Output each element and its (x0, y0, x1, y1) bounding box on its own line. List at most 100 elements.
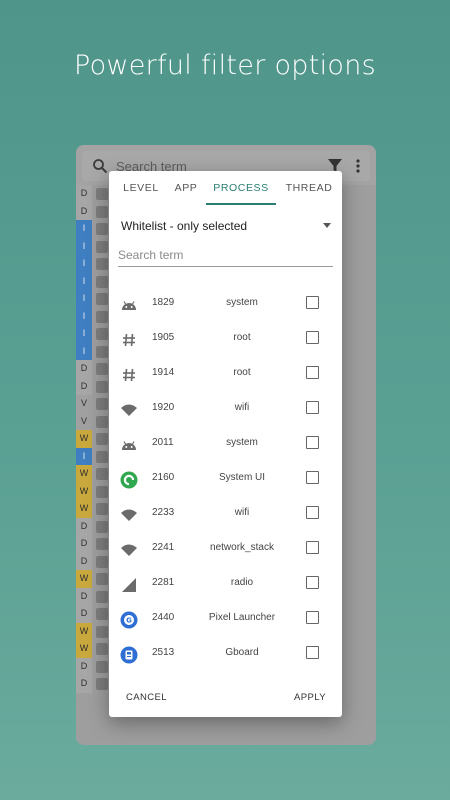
process-pid: 2281 (152, 577, 175, 588)
process-name: System UI (218, 472, 266, 483)
log-level-badge: D (76, 377, 92, 395)
app-icon (96, 520, 108, 533)
system-ui-icon (120, 471, 138, 489)
process-checkbox[interactable] (306, 471, 319, 484)
process-checkbox[interactable] (306, 436, 319, 449)
tab-thread[interactable]: THREAD (279, 171, 339, 205)
app-icon (96, 328, 108, 340)
process-row[interactable]: 2233 wifi (109, 497, 342, 532)
app-icon (96, 345, 108, 358)
app-icon (96, 643, 108, 655)
process-row[interactable]: 2011 system (109, 427, 342, 462)
tab-app[interactable]: APP (169, 171, 203, 205)
process-name: wifi (234, 507, 250, 518)
promo-title: Powerful filter options (73, 50, 377, 81)
app-icon (96, 415, 108, 428)
log-level-badge: I (76, 342, 92, 360)
log-level-badge: D (76, 552, 92, 570)
process-row[interactable]: 2160 System UI (109, 462, 342, 497)
log-level-badge: W (76, 430, 92, 448)
log-level-badge: W (76, 500, 92, 518)
process-checkbox[interactable] (306, 401, 319, 414)
process-pid: 1920 (152, 402, 175, 413)
overflow-menu-icon[interactable] (356, 159, 360, 173)
process-name: system (226, 437, 258, 448)
process-row[interactable]: 2513 Gboard (109, 637, 342, 672)
cancel-button[interactable]: CANCEL (126, 692, 167, 703)
tab-level[interactable]: LEVEL (113, 171, 169, 205)
log-level-badge: W (76, 622, 92, 640)
process-pid: 2241 (152, 542, 175, 553)
process-row[interactable]: 1905 root (109, 322, 342, 357)
app-icon (96, 538, 108, 550)
process-name: Gboard (225, 647, 259, 658)
process-pid: 1914 (152, 367, 175, 378)
hash-icon (120, 331, 138, 349)
process-row[interactable]: 1920 wifi (109, 392, 342, 427)
app-icon (96, 625, 108, 638)
log-level-badge: I (76, 307, 92, 325)
process-checkbox[interactable] (306, 506, 319, 519)
log-level-badge: D (76, 202, 92, 220)
log-level-badge: D (76, 675, 92, 693)
process-row[interactable]: 1914 root (109, 357, 342, 392)
process-checkbox[interactable] (306, 576, 319, 589)
process-checkbox[interactable] (306, 366, 319, 379)
app-icon (96, 205, 108, 218)
log-level-badge: I (76, 272, 92, 290)
app-icon (96, 398, 108, 410)
filter-mode-dropdown[interactable]: Whitelist - only selected (121, 215, 331, 237)
process-pid: 1905 (152, 332, 175, 343)
process-search-input[interactable] (118, 246, 333, 264)
process-row[interactable]: 2241 network_stack (109, 532, 342, 567)
process-row[interactable]: G 2440 Pixel Launcher (109, 602, 342, 637)
process-list: 1829 system 1905 root 1914 root 1920 wifi 2011 sy… (109, 287, 342, 672)
wifi-icon (120, 541, 138, 559)
app-icon (96, 188, 108, 200)
search-icon (93, 159, 108, 174)
app-icon (96, 223, 108, 235)
process-checkbox[interactable] (306, 331, 319, 344)
log-level-badge: I (76, 290, 92, 308)
app-icon (96, 573, 108, 585)
signal-icon (120, 576, 138, 594)
log-level-badge: I (76, 255, 92, 273)
apply-button[interactable]: APPLY (294, 692, 326, 703)
tab-process[interactable]: PROCESS (206, 171, 276, 205)
app-icon (96, 433, 108, 445)
app-icon (96, 380, 108, 393)
process-checkbox[interactable] (306, 611, 319, 624)
process-checkbox[interactable] (306, 296, 319, 309)
process-name: wifi (234, 402, 250, 413)
process-name: Pixel Launcher (208, 612, 276, 623)
process-row[interactable]: 2281 radio (109, 567, 342, 602)
app-icon (96, 240, 108, 253)
log-level-badge: D (76, 587, 92, 605)
filter-dialog: LEVEL APP PROCESS THREAD Whitelist - onl… (109, 171, 342, 717)
process-checkbox[interactable] (306, 541, 319, 554)
process-search-field[interactable] (118, 246, 333, 267)
log-level-badge: W (76, 570, 92, 588)
android-icon (120, 436, 138, 454)
app-icon (96, 293, 108, 305)
dropdown-arrow-icon (323, 223, 331, 228)
svg-text:G: G (126, 617, 132, 625)
process-name: network_stack (210, 542, 274, 553)
gboard-icon (120, 646, 138, 664)
app-icon (96, 258, 108, 270)
log-level-badge: W (76, 640, 92, 658)
log-level-badge: I (76, 220, 92, 238)
wifi-icon (120, 506, 138, 524)
process-pid: 2233 (152, 507, 175, 518)
active-tab-indicator (206, 203, 276, 205)
log-level-badge: D (76, 517, 92, 535)
log-level-badge: W (76, 482, 92, 500)
app-icon (96, 275, 108, 288)
process-pid: 2160 (152, 472, 175, 483)
process-row[interactable]: 1829 system (109, 287, 342, 322)
process-name: root (233, 367, 251, 378)
log-level-badge: D (76, 185, 92, 203)
app-icon (96, 450, 108, 463)
app-icon (96, 310, 108, 323)
process-checkbox[interactable] (306, 646, 319, 659)
